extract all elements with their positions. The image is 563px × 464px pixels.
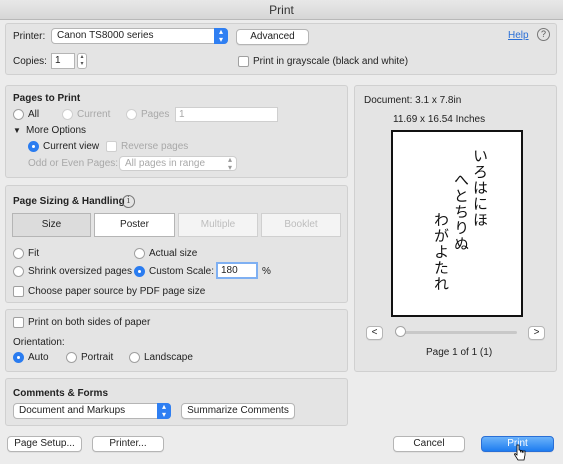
comments-forms-value: Document and Markups <box>19 405 126 416</box>
next-page-button[interactable]: > <box>528 326 545 340</box>
copies-input[interactable]: 1 <box>51 53 75 69</box>
odd-even-select[interactable]: All pages in range ▴ ▾ <box>119 155 237 172</box>
comments-forms-title: Comments & Forms <box>13 388 109 399</box>
tab-multiple[interactable]: Multiple <box>178 213 258 237</box>
chevron-updown-icon: ▴ ▾ <box>157 403 171 419</box>
chevron-updown-icon: ▴ ▾ <box>214 28 228 44</box>
help-link[interactable]: Help <box>508 29 529 43</box>
paper-source-label: Choose paper source by PDF page size <box>28 286 206 297</box>
printer-label: Printer: <box>13 31 46 42</box>
custom-scale-radio[interactable] <box>134 266 145 277</box>
preview-page: いろはにほ へとちりぬ わがよたれ <box>391 130 523 317</box>
custom-scale-input[interactable]: 180 <box>216 262 258 279</box>
mouse-cursor-icon <box>514 444 526 461</box>
tab-size[interactable]: Size <box>12 213 91 237</box>
help-icon-glyph: ? <box>540 29 546 39</box>
pages-to-print-title: Pages to Print <box>13 93 81 104</box>
preview-column-3: わがよたれ <box>432 212 450 292</box>
help-icon[interactable]: ? <box>537 28 550 41</box>
window-title: Print <box>269 3 294 17</box>
page-info-label: Page 1 of 1 (1) <box>426 347 493 358</box>
all-pages-radio[interactable] <box>13 109 24 120</box>
info-icon-glyph: i <box>127 196 130 206</box>
reverse-pages-checkbox[interactable] <box>106 141 117 152</box>
page-slider-thumb[interactable] <box>395 326 406 337</box>
shrink-oversized-label: Shrink oversized pages <box>28 266 132 277</box>
odd-even-value: All pages in range <box>125 158 206 169</box>
custom-scale-label: Custom Scale: <box>149 266 215 277</box>
grayscale-checkbox[interactable] <box>238 56 249 67</box>
pages-range-input[interactable]: 1 <box>175 107 278 122</box>
shrink-oversized-radio[interactable] <box>13 266 24 277</box>
chevron-updown-icon: ▴ ▾ <box>227 155 232 172</box>
preview-column-1: いろはにほ <box>471 148 489 228</box>
actual-size-radio[interactable] <box>134 248 145 259</box>
advanced-button[interactable]: Advanced <box>236 29 309 45</box>
all-pages-label: All <box>28 109 40 120</box>
orientation-landscape-label: Landscape <box>144 352 193 363</box>
paper-size-label: 11.69 x 16.54 Inches <box>393 114 486 125</box>
current-view-label: Current view <box>43 141 100 152</box>
orientation-auto-radio[interactable] <box>13 352 24 363</box>
info-icon[interactable]: i <box>122 195 135 208</box>
paper-source-checkbox[interactable] <box>13 286 24 297</box>
orientation-landscape-radio[interactable] <box>129 352 140 363</box>
more-options-label[interactable]: More Options <box>26 124 86 138</box>
actual-size-label: Actual size <box>149 248 198 259</box>
tab-booklet[interactable]: Booklet <box>261 213 341 237</box>
summarize-comments-button[interactable]: Summarize Comments <box>181 403 295 419</box>
current-page-radio[interactable] <box>62 109 73 120</box>
orientation-auto-label: Auto <box>28 352 49 363</box>
fit-radio[interactable] <box>13 248 24 259</box>
previous-page-button[interactable]: < <box>366 326 383 340</box>
fit-label: Fit <box>28 248 40 259</box>
both-sides-label: Print on both sides of paper <box>28 317 151 328</box>
both-sides-checkbox[interactable] <box>13 317 24 328</box>
page-sizing-title: Page Sizing & Handling <box>13 196 125 207</box>
percent-label: % <box>262 266 271 277</box>
comments-forms-select[interactable]: Document and Markups ▴ ▾ <box>13 403 171 419</box>
grayscale-label: Print in grayscale (black and white) <box>253 56 409 67</box>
copies-label: Copies: <box>13 56 47 67</box>
page-slider-track[interactable] <box>395 331 517 334</box>
preview-column-2: へとちりぬ <box>452 172 470 252</box>
orientation-portrait-radio[interactable] <box>66 352 77 363</box>
cancel-button[interactable]: Cancel <box>393 436 465 452</box>
window-title-bar: Print <box>0 0 563 20</box>
odd-even-label: Odd or Even Pages: <box>28 158 119 169</box>
tab-poster[interactable]: Poster <box>94 213 175 237</box>
pages-range-radio[interactable] <box>126 109 137 120</box>
orientation-label: Orientation: <box>13 337 65 348</box>
disclosure-triangle-icon[interactable]: ▼ <box>13 124 21 138</box>
pages-range-label: Pages <box>141 109 170 120</box>
current-view-radio[interactable] <box>28 141 39 152</box>
printer-button[interactable]: Printer... <box>92 436 164 452</box>
copies-stepper[interactable]: ▴ ▾ <box>77 53 87 69</box>
reverse-pages-label: Reverse pages <box>121 141 189 152</box>
current-page-label: Current <box>77 109 111 120</box>
orientation-portrait-label: Portrait <box>81 352 114 363</box>
page-setup-button[interactable]: Page Setup... <box>7 436 82 452</box>
document-size-label: Document: 3.1 x 7.8in <box>364 95 462 106</box>
printer-select[interactable]: Canon TS8000 series ▴ ▾ <box>51 28 228 44</box>
printer-select-value: Canon TS8000 series <box>57 30 154 41</box>
